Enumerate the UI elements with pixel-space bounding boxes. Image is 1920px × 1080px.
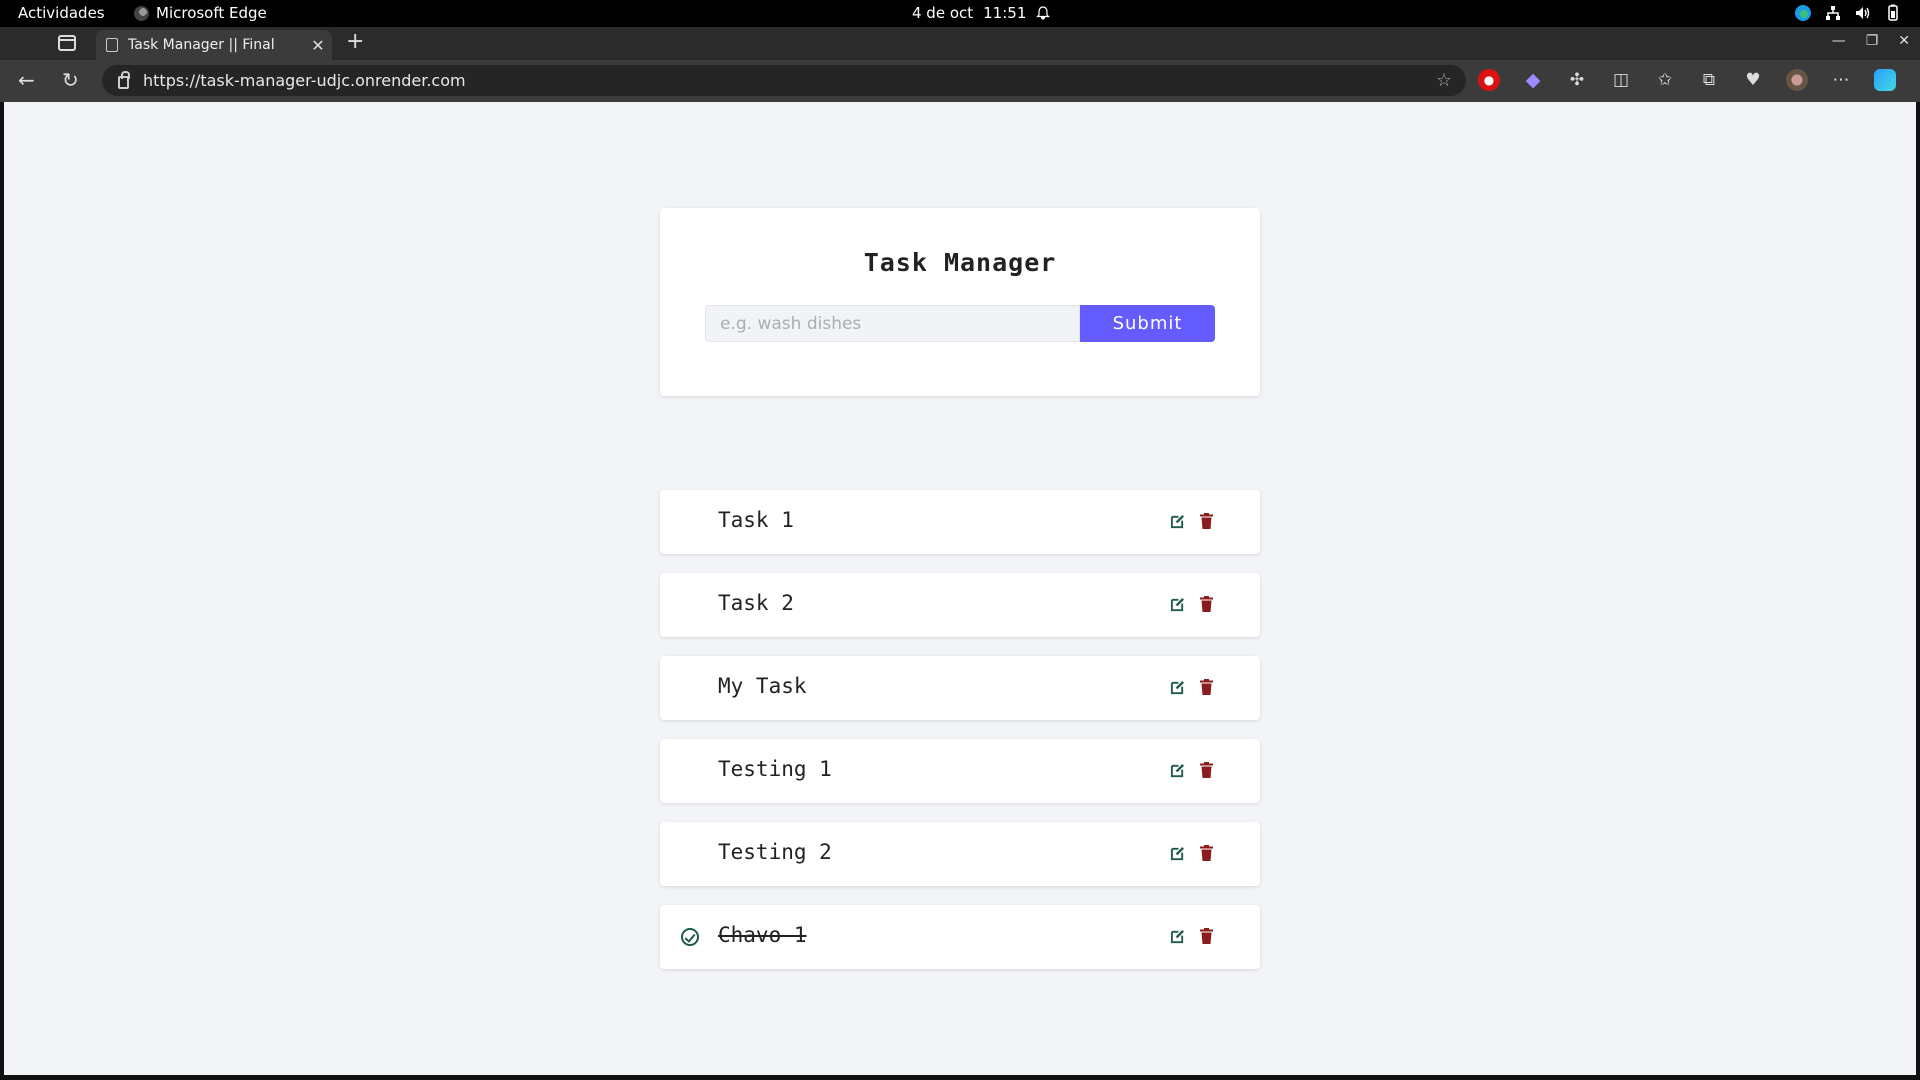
check-circle-icon[interactable] bbox=[681, 928, 699, 946]
task-item: Task 2 bbox=[660, 573, 1260, 637]
trash-icon[interactable] bbox=[1200, 845, 1213, 861]
system-top-bar: Actividades Microsoft Edge 4 de oct 11:5… bbox=[0, 0, 1920, 27]
page-title: Task Manager bbox=[863, 248, 1057, 277]
app-menu[interactable]: Microsoft Edge bbox=[134, 4, 267, 22]
tab-strip: Task Manager || Final ✕ + — ❐ ✕ bbox=[0, 27, 1920, 60]
clock[interactable]: 4 de oct 11:51 bbox=[912, 4, 1051, 22]
extensions-puzzle-icon[interactable]: ✣ bbox=[1566, 69, 1588, 91]
task-name: Task 1 bbox=[718, 508, 794, 532]
close-window-icon[interactable]: ✕ bbox=[1898, 33, 1910, 49]
task-input[interactable] bbox=[705, 305, 1080, 342]
task-item: Testing 2 bbox=[660, 822, 1260, 886]
profile-avatar[interactable] bbox=[1786, 69, 1808, 91]
edit-icon[interactable] bbox=[1170, 680, 1185, 695]
task-name: My Task bbox=[718, 674, 807, 698]
reload-icon[interactable]: ↻ bbox=[62, 70, 79, 90]
trash-icon[interactable] bbox=[1200, 762, 1213, 778]
split-screen-icon[interactable]: ◫ bbox=[1610, 69, 1632, 91]
edge-app-icon bbox=[134, 5, 149, 21]
task-name: Task 2 bbox=[718, 591, 794, 615]
adblock-extension-icon[interactable]: ● bbox=[1478, 69, 1500, 91]
task-name: Chavo 1 bbox=[718, 923, 807, 947]
task-item: Testing 1 bbox=[660, 739, 1260, 803]
address-bar[interactable]: https://task-manager-udjc.onrender.com ☆ bbox=[102, 65, 1466, 96]
browser-chrome: Task Manager || Final ✕ + — ❐ ✕ ← ↻ http… bbox=[0, 27, 1920, 102]
close-tab-icon[interactable]: ✕ bbox=[308, 36, 328, 55]
window-controls: — ❐ ✕ bbox=[1832, 33, 1910, 49]
clock-date: 4 de oct bbox=[912, 4, 974, 22]
favorite-star-icon[interactable]: ☆ bbox=[1436, 70, 1452, 91]
favorites-icon[interactable]: ✩ bbox=[1654, 69, 1676, 91]
activities-button[interactable]: Actividades bbox=[18, 4, 105, 22]
ai-extension-icon[interactable]: ◆ bbox=[1522, 69, 1544, 91]
collections-icon[interactable]: ⧉ bbox=[1698, 69, 1720, 91]
url-text[interactable]: https://task-manager-udjc.onrender.com bbox=[143, 71, 466, 90]
restore-icon[interactable]: ❐ bbox=[1866, 33, 1879, 49]
extensions-toolbar: ● ◆ ✣ ◫ ✩ ⧉ ♥ ⋯ bbox=[1478, 69, 1896, 91]
bell-icon bbox=[1036, 6, 1051, 20]
task-item: Task 1 bbox=[660, 490, 1260, 554]
page-viewport: Task Manager Submit Task 1 Task 2 My Tas… bbox=[4, 102, 1916, 1075]
trash-icon[interactable] bbox=[1200, 513, 1213, 529]
app-name: Microsoft Edge bbox=[156, 4, 267, 22]
edit-icon[interactable] bbox=[1170, 597, 1185, 612]
trash-icon[interactable] bbox=[1200, 596, 1213, 612]
submit-button[interactable]: Submit bbox=[1080, 305, 1215, 342]
task-list: Task 1 Task 2 My Task Testing 1 Testing … bbox=[660, 490, 1260, 988]
performance-icon[interactable]: ♥ bbox=[1742, 69, 1764, 91]
trash-icon[interactable] bbox=[1200, 679, 1213, 695]
edit-icon[interactable] bbox=[1170, 514, 1185, 529]
more-options-icon[interactable]: ⋯ bbox=[1830, 69, 1852, 91]
system-tray[interactable] bbox=[1794, 4, 1902, 22]
lock-icon[interactable] bbox=[118, 70, 130, 89]
navigation-bar: ← ↻ https://task-manager-udjc.onrender.c… bbox=[0, 60, 1920, 102]
copilot-icon[interactable] bbox=[1874, 69, 1896, 91]
edit-icon[interactable] bbox=[1170, 929, 1185, 944]
task-name: Testing 1 bbox=[718, 757, 832, 781]
task-form-card: Task Manager Submit bbox=[660, 208, 1260, 396]
page-icon bbox=[106, 38, 118, 52]
task-name: Testing 2 bbox=[718, 840, 832, 864]
minimize-icon[interactable]: — bbox=[1832, 33, 1846, 49]
volume-icon[interactable] bbox=[1854, 4, 1872, 22]
task-item-completed: Chavo 1 bbox=[660, 905, 1260, 969]
back-icon[interactable]: ← bbox=[18, 70, 35, 90]
trash-icon[interactable] bbox=[1200, 928, 1213, 944]
battery-icon[interactable] bbox=[1884, 4, 1902, 22]
clock-time: 11:51 bbox=[983, 4, 1027, 22]
tab-actions-icon[interactable] bbox=[58, 35, 76, 51]
tab-task-manager[interactable]: Task Manager || Final ✕ bbox=[96, 30, 332, 60]
edge-tray-icon[interactable] bbox=[1794, 4, 1812, 22]
edit-icon[interactable] bbox=[1170, 846, 1185, 861]
tab-title: Task Manager || Final bbox=[128, 37, 275, 53]
new-tab-icon[interactable]: + bbox=[346, 31, 364, 53]
edit-icon[interactable] bbox=[1170, 763, 1185, 778]
task-item: My Task bbox=[660, 656, 1260, 720]
network-icon[interactable] bbox=[1824, 4, 1842, 22]
